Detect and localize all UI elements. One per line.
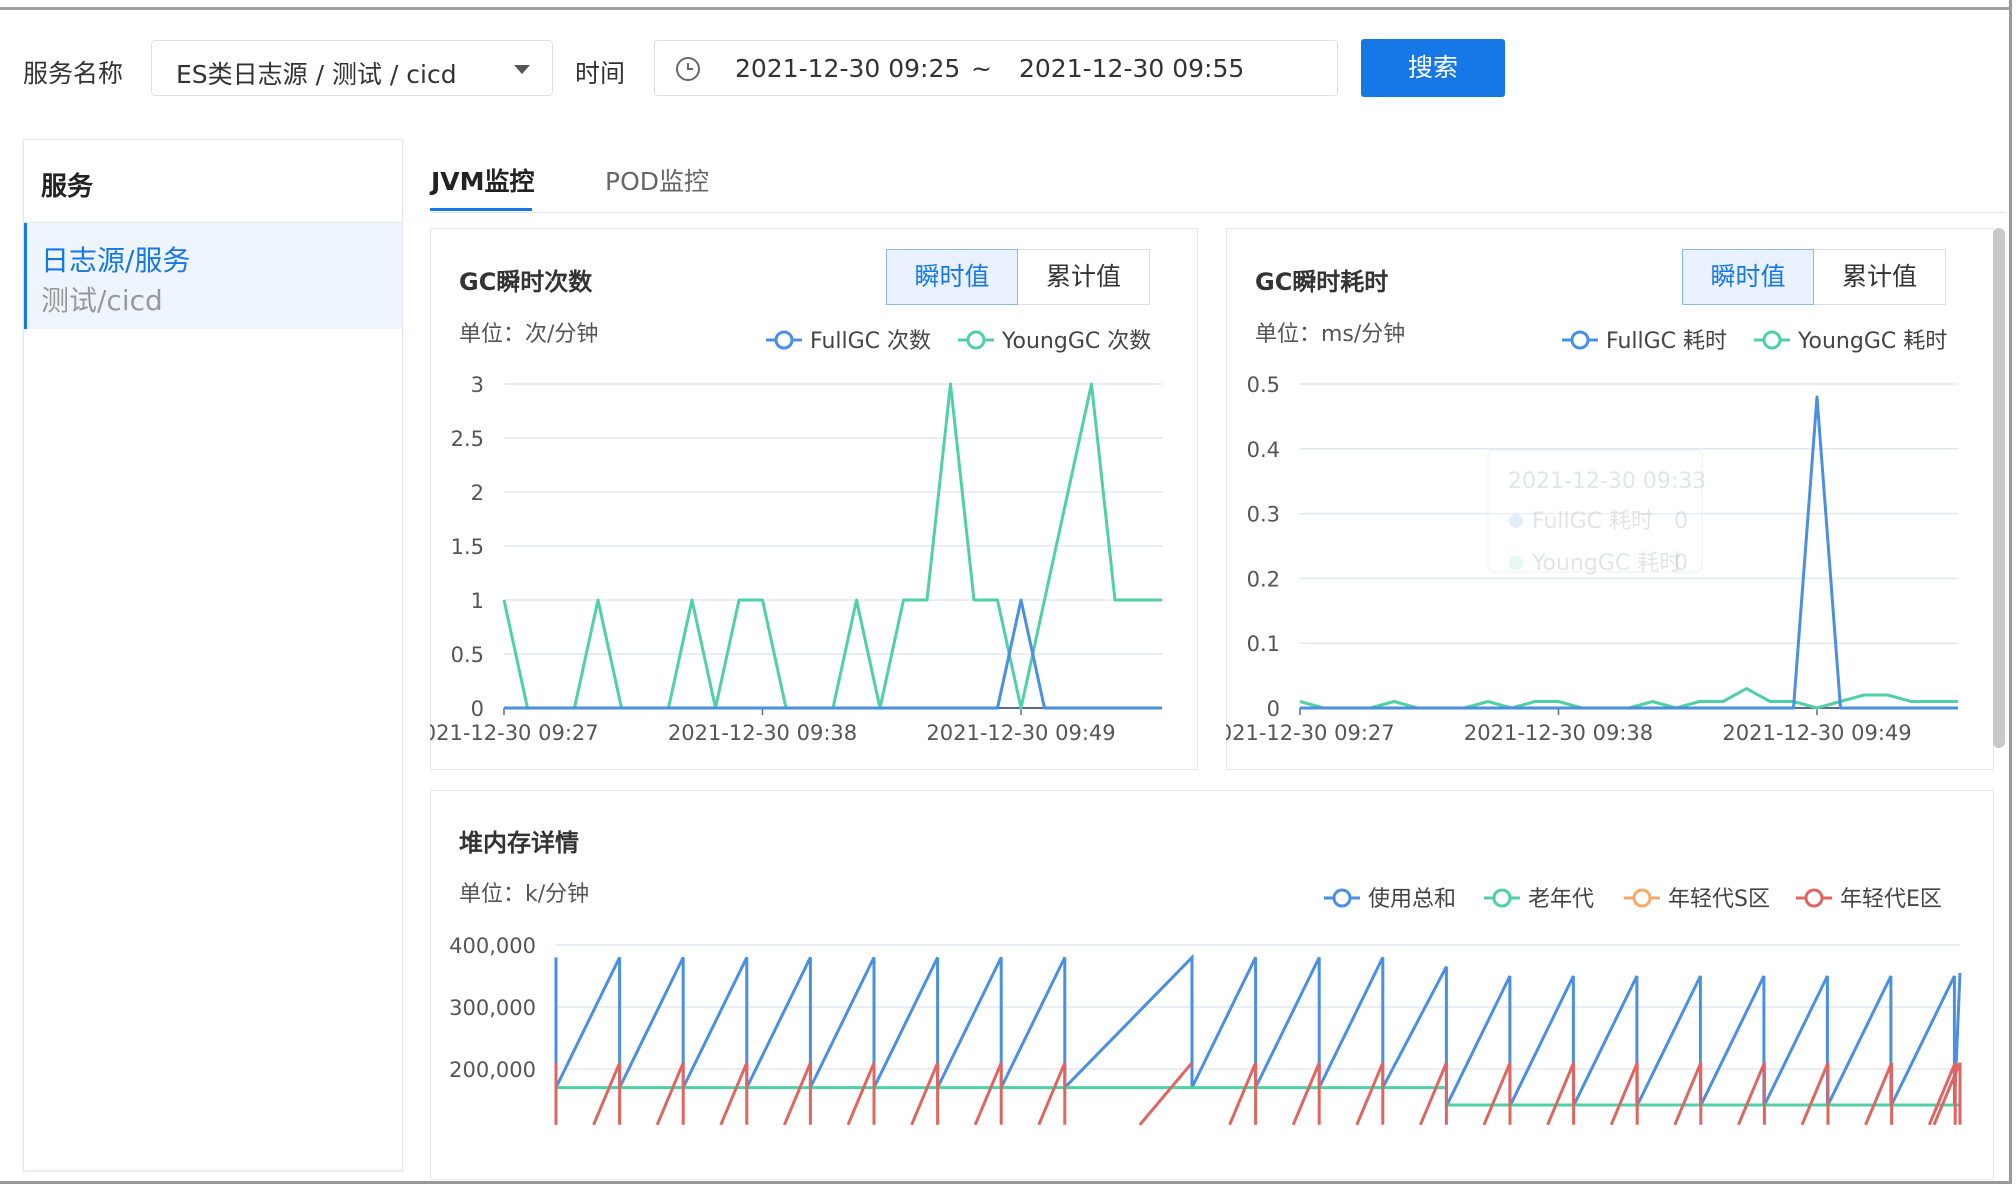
search-button[interactable]: 搜索 xyxy=(1361,39,1505,97)
service-sidebar: 服务 日志源/服务 测试/cicd xyxy=(23,139,403,1171)
gc-time-ytick-label: 0.3 xyxy=(1247,503,1280,527)
time-start-input[interactable]: 2021-12-30 09:25 xyxy=(735,54,960,83)
heap-series-total xyxy=(554,953,1962,1107)
heap-series-young-e-segment xyxy=(1864,1062,1894,1126)
gc-time-legend-younggc-marker xyxy=(1762,330,1782,350)
gc-count-xtick-label: 2021-12-30 09:49 xyxy=(926,721,1115,745)
gc-count-ytick-label: 2.5 xyxy=(451,427,484,451)
service-select-value: ES类日志源 / 测试 / cicd xyxy=(176,60,457,89)
gc-time-legend-younggc-label: YoungGC 耗时 xyxy=(1797,329,1947,354)
gc-time-series-younggc xyxy=(1299,687,1958,710)
heap-series-young-e-segment xyxy=(1800,1062,1830,1126)
time-label: 时间 xyxy=(575,59,626,88)
heap-series-young-e-segment xyxy=(1291,1062,1321,1126)
sidebar-title: 服务 xyxy=(41,172,94,202)
heap-legend-young-s-label: 年轻代S区 xyxy=(1668,887,1770,912)
time-range-picker[interactable]: 2021-12-30 09:25 ~ 2021-12-30 09:55 xyxy=(654,40,1338,96)
gc-count-xtick-label: 2021-12-30 09:27 xyxy=(430,721,599,745)
gc-count-legend-fullgc-label: FullGC 次数 xyxy=(810,329,931,354)
tooltip-series-value: 0 xyxy=(1674,551,1688,576)
heap-series-young-e-segment xyxy=(1546,1062,1576,1126)
tooltip-series-value: 0 xyxy=(1674,509,1688,534)
tab-jvm[interactable]: JVM监控 xyxy=(431,162,535,198)
chevron-down-icon[interactable] xyxy=(514,65,530,74)
gc-time-xtick-label: 2021-12-30 09:49 xyxy=(1722,721,1911,745)
heap-series-young-e-segment xyxy=(1609,1062,1639,1126)
tooltip-series-name: YoungGC 耗时 xyxy=(1531,551,1681,576)
gc-count-legend-younggc-label: YoungGC 次数 xyxy=(1001,329,1151,354)
heap-series-young-e-segment xyxy=(1927,1062,1957,1126)
gc-count-legend-younggc-marker xyxy=(966,330,986,350)
heap-series-young-e-segment xyxy=(910,1062,940,1126)
sidebar-item-line2: 测试/cicd xyxy=(41,284,163,317)
heap-series-young-e-segment xyxy=(973,1062,1003,1126)
heap-series-young-e-segment xyxy=(1673,1062,1703,1126)
gc-time-ytick-label: 0.5 xyxy=(1247,373,1280,397)
monitor-tabs: JVM监控 POD监控 xyxy=(430,150,2006,213)
tooltip-dot xyxy=(1509,556,1523,570)
active-tab-indicator xyxy=(430,208,532,211)
heap-chart: 使用总和 老年代 年轻代S区 年轻代E区 400,000 300,000 200,000 xyxy=(449,887,1962,1126)
gc-time-xtick-label: 2021-12-30 09:27 xyxy=(1226,721,1395,745)
gc-count-ytick-label: 1 xyxy=(471,589,484,613)
gc-count-ytick-label: 0 xyxy=(471,697,484,721)
gc-count-ytick-label: 1.5 xyxy=(451,535,484,559)
heap-series-young-e-segment xyxy=(592,1062,622,1126)
gc-count-ytick-label: 2 xyxy=(471,481,484,505)
heap-series-young-e-gap xyxy=(1138,1061,1194,1126)
heap-series-young-e-segment xyxy=(1737,1062,1766,1126)
heap-series-young-e-segment xyxy=(1355,1062,1385,1126)
clock-icon xyxy=(675,56,701,86)
service-select[interactable]: ES类日志源 / 测试 / cicd xyxy=(151,40,553,96)
time-end-input[interactable]: 2021-12-30 09:55 xyxy=(1019,54,1244,83)
heap-series-young-e-segment xyxy=(719,1062,749,1126)
vertical-scrollbar[interactable] xyxy=(1993,228,2005,748)
tooltip-time: 2021-12-30 09:33 xyxy=(1508,469,1706,494)
heap-legend-total-label: 使用总和 xyxy=(1368,887,1456,912)
heap-ytick-label: 400,000 xyxy=(449,934,536,958)
gc-count-ytick-label: 3 xyxy=(471,373,484,397)
heap-legend-young-s-marker xyxy=(1632,888,1652,908)
heap-series-young-e-segment xyxy=(1482,1062,1512,1126)
heap-legend-young-e-label: 年轻代E区 xyxy=(1840,887,1942,912)
heap-legend-total-marker xyxy=(1332,888,1352,908)
gc-time-ytick-label: 0 xyxy=(1267,697,1280,721)
heap-ytick-label: 300,000 xyxy=(449,996,536,1020)
heap-series-young-e-segment xyxy=(1228,1062,1258,1126)
heap-ytick-label: 200,000 xyxy=(449,1058,536,1082)
heap-series-young-e-segment xyxy=(846,1062,876,1126)
gc-time-legend-fullgc-marker xyxy=(1570,330,1590,350)
gc-count-legend-fullgc-marker xyxy=(774,330,794,350)
heap-series-young-e-segment xyxy=(655,1062,685,1126)
gc-count-xtick-label: 2021-12-30 09:38 xyxy=(668,721,857,745)
tab-pod[interactable]: POD监控 xyxy=(605,162,709,198)
gc-count-ytick-label: 0.5 xyxy=(451,643,484,667)
heap-series-young-e-segment xyxy=(1037,1062,1067,1126)
heap-series-young-e-segment xyxy=(1419,1062,1448,1126)
tooltip-series-name: FullGC 耗时 xyxy=(1532,509,1653,534)
heap-legend-old-gen-label: 老年代 xyxy=(1528,887,1594,912)
time-separator: ~ xyxy=(971,54,992,83)
heap-series-young-e-segment xyxy=(783,1062,812,1126)
sidebar-item-line1: 日志源/服务 xyxy=(41,244,191,277)
gc-time-chart: FullGC 耗时YoungGC 耗时00.10.20.30.40.52021-… xyxy=(1226,329,1958,745)
gc-time-ytick-label: 0.1 xyxy=(1247,632,1280,656)
top-border xyxy=(0,7,2010,10)
heap-legend-young-e-marker xyxy=(1804,888,1824,908)
gc-time-ytick-label: 0.4 xyxy=(1247,438,1280,462)
heap-legend-old-gen-marker xyxy=(1492,888,1512,908)
gc-time-legend-fullgc-label: FullGC 耗时 xyxy=(1606,329,1727,354)
gc-count-chart: FullGC 次数 YoungGC 次数 0 0.5 1 1.5 2 2.5 3 2021-12-… xyxy=(430,329,1162,745)
tooltip-dot xyxy=(1509,514,1523,528)
sidebar-item-service[interactable]: 日志源/服务 测试/cicd xyxy=(24,223,402,329)
gc-time-xtick-label: 2021-12-30 09:38 xyxy=(1464,721,1653,745)
gc-time-ytick-label: 0.2 xyxy=(1247,567,1280,591)
service-name-label: 服务名称 xyxy=(23,59,124,88)
